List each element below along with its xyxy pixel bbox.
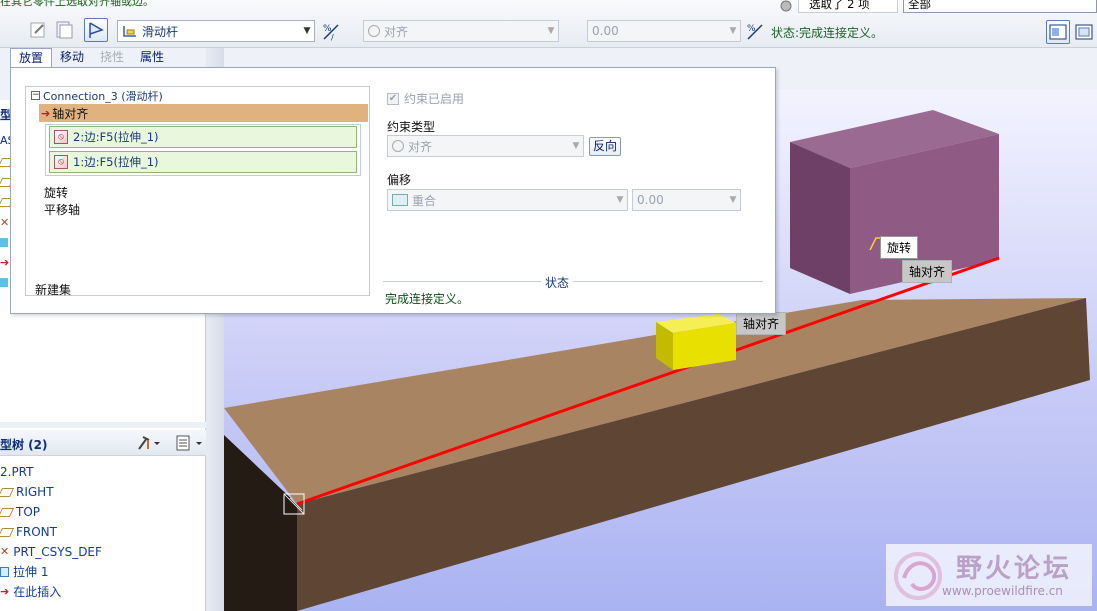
connection-type-select[interactable]: 滑动杆 ▼ bbox=[117, 20, 315, 42]
offset-value: 0.00 bbox=[592, 24, 619, 38]
flip-button[interactable]: 反向 bbox=[589, 137, 622, 156]
align-circle-icon bbox=[368, 25, 380, 37]
tree-item-insert-here[interactable]: ➔ 在此插入 bbox=[0, 582, 61, 602]
csys-icon: ✕ bbox=[0, 545, 10, 558]
constraint-enabled-checkbox[interactable]: ✔ 约束已启用 bbox=[387, 90, 464, 107]
constraint-type-select[interactable]: 对齐 ▼ bbox=[363, 20, 559, 42]
offset-type-select[interactable]: 重合 ▼ bbox=[387, 189, 628, 211]
show-list-icon[interactable] bbox=[174, 434, 206, 452]
arrow-right-icon: ➔ bbox=[41, 106, 51, 120]
constraint-type-label: 约束类型 bbox=[387, 120, 436, 134]
datum-plane-icon bbox=[0, 487, 15, 497]
connection-set-title[interactable]: Connection_3 (滑动杆) bbox=[43, 88, 163, 104]
swirl-logo-icon bbox=[894, 552, 942, 600]
csys-icon: ✕ bbox=[0, 216, 10, 229]
tab-flexibility[interactable]: 挠性 bbox=[92, 48, 132, 68]
coincident-icon bbox=[392, 194, 408, 206]
insert-arrow-icon: ➔ bbox=[0, 585, 10, 598]
chevron-down-icon: ▼ bbox=[729, 195, 737, 205]
slider-connection-icon bbox=[123, 26, 136, 37]
watermark-url: www.proewildfire.cn bbox=[942, 584, 1063, 598]
callout-axis-align-1[interactable]: 轴对齐 bbox=[902, 260, 953, 283]
status-message: 完成连接定义。 bbox=[385, 292, 470, 306]
tree-item-part[interactable]: 2.PRT bbox=[0, 462, 33, 482]
chevron-down-icon: ▼ bbox=[303, 26, 311, 36]
tab-properties[interactable]: 属性 bbox=[132, 48, 172, 68]
tree-item-front[interactable]: FRONT bbox=[0, 522, 57, 542]
chevron-down-icon: ▼ bbox=[616, 195, 624, 205]
insert-arrow-icon: ➔ bbox=[0, 256, 10, 269]
settings-tools-icon[interactable] bbox=[136, 434, 162, 452]
tree-item-top[interactable]: TOP bbox=[0, 502, 40, 522]
edge-reference-icon: ⦸ bbox=[54, 155, 68, 169]
chevron-down-icon: ▼ bbox=[547, 26, 555, 36]
tree-item-right[interactable]: RIGHT bbox=[0, 482, 54, 502]
flip-offset-icon[interactable]: % bbox=[745, 22, 765, 42]
connection-type-value: 滑动杆 bbox=[142, 24, 179, 39]
tab-move[interactable]: 移动 bbox=[52, 48, 92, 68]
placement-flag-icon[interactable] bbox=[84, 18, 108, 42]
chevron-down-icon: ▼ bbox=[572, 141, 580, 151]
constraint-row-selected[interactable]: ➔ 轴对齐 bbox=[39, 104, 368, 122]
svg-text:/: / bbox=[331, 33, 334, 42]
chevron-down-icon: ▼ bbox=[729, 26, 737, 36]
svg-text:%: % bbox=[747, 24, 756, 34]
forum-watermark: 野火论坛 www.proewildfire.cn bbox=[886, 544, 1092, 606]
window-single-icon[interactable] bbox=[1072, 20, 1096, 44]
constraint-item-translation-axis[interactable]: 平移轴 bbox=[44, 201, 80, 218]
selection-count: 选取了 2 项 bbox=[798, 0, 898, 13]
watermark-title: 野火论坛 bbox=[956, 554, 1073, 584]
offset-value-field[interactable]: 0.00 ▼ bbox=[587, 20, 741, 42]
status-group-label: 状态 bbox=[541, 274, 574, 291]
datum-plane-icon bbox=[0, 507, 15, 517]
selection-filter-select[interactable]: 全部 bbox=[903, 0, 1097, 13]
toolbar-status: 状态:完成连接定义。 bbox=[771, 26, 884, 40]
selection-filter-icon bbox=[779, 0, 793, 12]
dashboard-toolbar: 在其它零件上选取对齐轴或边。 滑动杆 ▼ % / 对齐 ▼ 0.00 ▼ % 状态… bbox=[0, 0, 1097, 48]
constraint-type-select-panel[interactable]: 对齐 ▼ bbox=[387, 135, 584, 157]
datum-plane-icon bbox=[0, 527, 15, 537]
parts-icon[interactable] bbox=[52, 18, 76, 42]
window-tile-icon[interactable] bbox=[1046, 20, 1070, 44]
callout-rotation[interactable]: 旋转 bbox=[880, 236, 919, 259]
model-tree-header: 型树 (2) bbox=[0, 430, 206, 456]
placement-panel: − Connection_3 (滑动杆) ➔ 轴对齐 ⦸ 2:边:F5(拉伸_1… bbox=[10, 67, 776, 314]
tab-placement[interactable]: 放置 bbox=[10, 48, 53, 68]
dashboard-tabs: 放置 移动 挠性 属性 bbox=[10, 48, 172, 68]
reference-item[interactable]: ⦸ 2:边:F5(拉伸_1) bbox=[49, 126, 357, 148]
flip-swap-icon[interactable]: % / bbox=[321, 22, 341, 42]
tree-item-extrude[interactable]: 拉伸 1 bbox=[0, 562, 48, 582]
constraint-item-rotation[interactable]: 旋转 bbox=[44, 184, 68, 201]
viewport-handle-dots: ... bbox=[930, 90, 940, 91]
checkmark-icon: ✔ bbox=[387, 92, 399, 105]
new-set-link[interactable]: 新建集 bbox=[35, 281, 71, 298]
offset-label: 偏移 bbox=[387, 173, 412, 187]
align-circle-icon bbox=[392, 140, 404, 152]
top-hint-text: 在其它零件上选取对齐轴或边。 bbox=[0, 0, 154, 8]
extrude-icon bbox=[0, 567, 9, 577]
edge-reference-icon: ⦸ bbox=[54, 130, 68, 144]
constraint-type-value: 对齐 bbox=[384, 24, 409, 39]
component-icon bbox=[0, 278, 8, 287]
tree-item-csys[interactable]: ✕ PRT_CSYS_DEF bbox=[0, 542, 102, 562]
component-icon bbox=[0, 238, 8, 247]
model-tree-title: 型树 (2) bbox=[0, 438, 48, 452]
user-defined-icon[interactable] bbox=[26, 18, 50, 42]
offset-value-field-panel[interactable]: 0.00 ▼ bbox=[632, 189, 741, 211]
collapse-minus-icon[interactable]: − bbox=[31, 91, 40, 100]
reference-item[interactable]: ⦸ 1:边:F5(拉伸_1) bbox=[49, 151, 357, 173]
callout-axis-align-2[interactable]: 轴对齐 bbox=[736, 312, 787, 335]
